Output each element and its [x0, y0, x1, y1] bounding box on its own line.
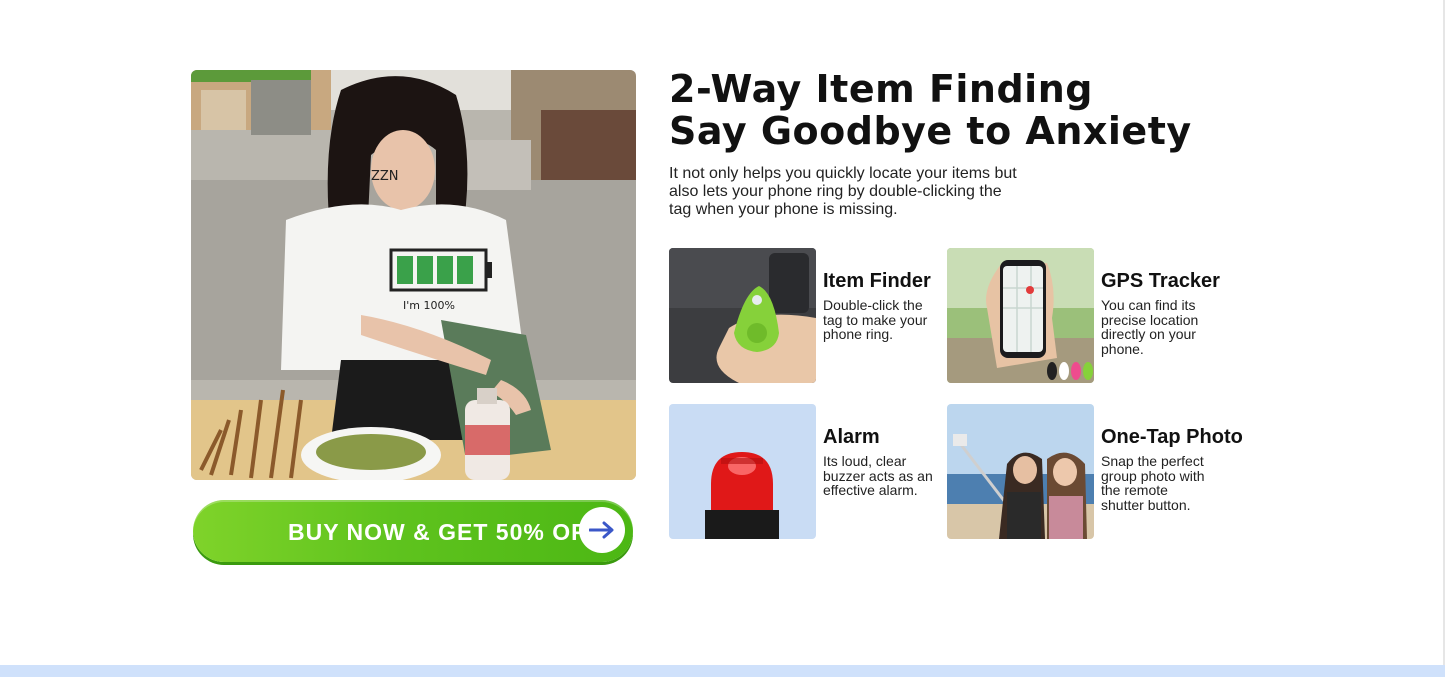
feature-title: Item Finder	[823, 270, 931, 292]
phone-map-icon	[947, 248, 1094, 383]
feature-description: Its loud, clear buzzer acts as an effect…	[823, 453, 933, 498]
feature-description: You can find its precise location direct…	[1101, 297, 1199, 357]
buy-now-label: BUY NOW & GET 50% OFF	[288, 519, 602, 545]
shirt-text: ZZN	[371, 169, 399, 184]
green-tag-in-hand-icon	[669, 248, 816, 383]
feature-description: Snap the perfect group photo with the re…	[1101, 453, 1205, 513]
hero-photo: ZZN I'm 100%	[191, 70, 636, 480]
arrow-right-icon	[579, 507, 625, 553]
feature-alarm: Alarm Its loud, clear buzzer acts as an …	[669, 404, 949, 540]
feature-title: GPS Tracker	[1101, 270, 1220, 292]
selfie-stick-icon	[947, 404, 1094, 539]
feature-title: One-Tap Photo	[1101, 426, 1243, 448]
heading-line-1: 2-Way Item Finding	[669, 67, 1093, 111]
feature-item-finder: Item Finder Double-click the tag to make…	[669, 248, 949, 384]
buy-now-button[interactable]: BUY NOW & GET 50% OFF	[193, 500, 633, 562]
battery-text: I'm 100%	[403, 299, 455, 312]
intro-text: It not only helps you quickly locate you…	[669, 165, 1017, 218]
feature-one-tap-photo: One-Tap Photo Snap the perfect group pho…	[947, 404, 1243, 540]
section-heading: 2-Way Item Finding Say Goodbye to Anxiet…	[669, 68, 1192, 152]
feature-gps-tracker: GPS Tracker You can find its precise loc…	[947, 248, 1227, 384]
feature-title: Alarm	[823, 426, 880, 448]
heading-line-2: Say Goodbye to Anxiety	[669, 109, 1192, 153]
feature-description: Double-click the tag to make your phone …	[823, 297, 928, 342]
red-siren-icon	[669, 404, 816, 539]
next-section-band	[0, 665, 1445, 677]
